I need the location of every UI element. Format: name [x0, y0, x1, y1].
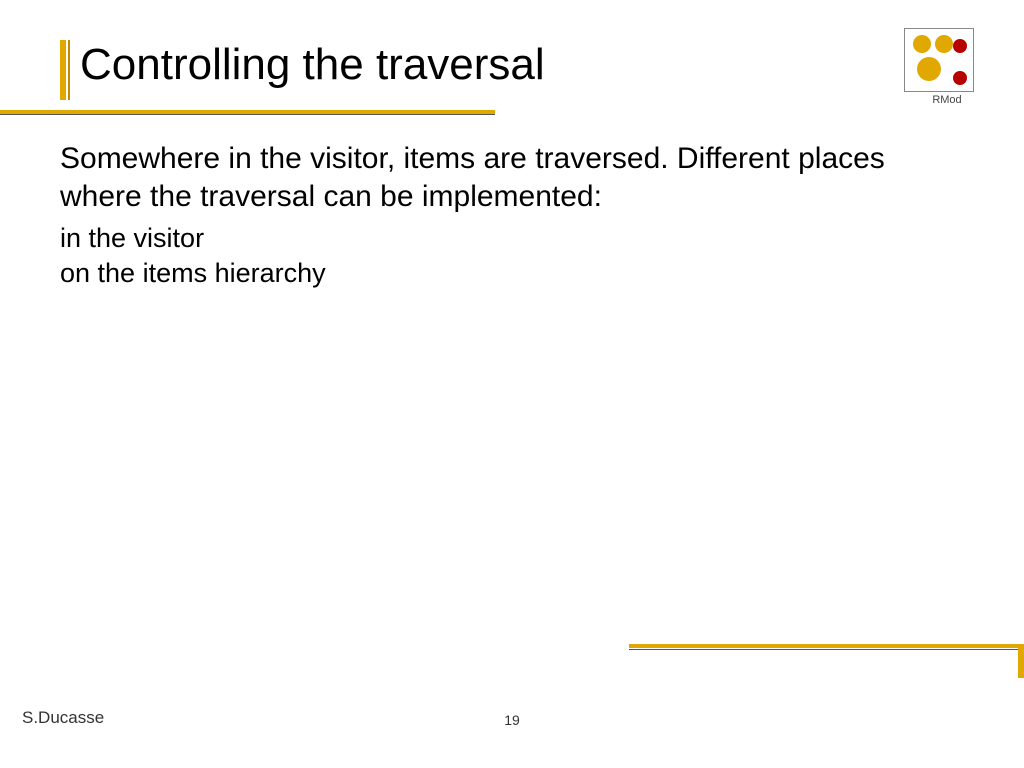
author-label: S.Ducasse: [22, 708, 104, 728]
footer-line: [629, 644, 1024, 648]
logo-dot-icon: [953, 71, 967, 85]
logo-dot-icon: [953, 39, 967, 53]
slide-title: Controlling the traversal: [80, 40, 545, 100]
intro-paragraph: Somewhere in the visitor, items are trav…: [60, 140, 964, 215]
list-item: in the visitor: [60, 221, 964, 256]
footer-line-thin: [629, 649, 1024, 650]
page-number: 19: [504, 712, 520, 728]
title-wrap: Controlling the traversal: [60, 40, 545, 100]
logo-label: RMod: [900, 94, 994, 106]
title-accent-inner: [68, 40, 70, 100]
list-item: on the items hierarchy: [60, 256, 964, 291]
rmod-logo: RMod: [904, 28, 994, 108]
logo-dot-icon: [935, 35, 953, 53]
content-area: Somewhere in the visitor, items are trav…: [60, 140, 964, 291]
title-underline-thin: [0, 114, 495, 115]
logo-dot-icon: [913, 35, 931, 53]
logo-box: [904, 28, 974, 92]
logo-dot-icon: [917, 57, 941, 81]
slide: Controlling the traversal RMod Somewhere…: [0, 0, 1024, 768]
title-accent-bar: [60, 40, 66, 100]
footer-tick: [1018, 648, 1024, 678]
